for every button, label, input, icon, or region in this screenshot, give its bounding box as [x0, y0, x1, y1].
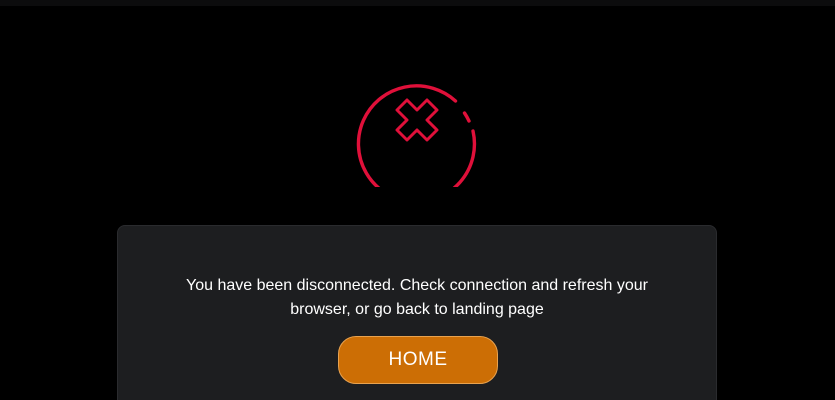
- disconnected-page: You have been disconnected. Check connec…: [0, 0, 835, 400]
- disconnected-x-icon: [355, 63, 479, 187]
- top-bar: [0, 0, 835, 6]
- disconnected-dialog: You have been disconnected. Check connec…: [117, 225, 717, 400]
- disconnected-message: You have been disconnected. Check connec…: [186, 277, 648, 318]
- home-button[interactable]: HOME: [338, 336, 498, 384]
